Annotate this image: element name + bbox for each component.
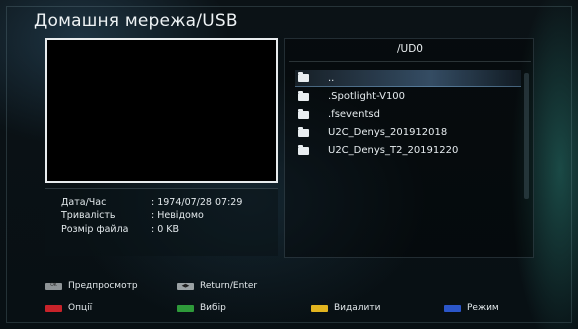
yellow-button-hint[interactable]: Видалити — [311, 303, 380, 313]
scrollbar[interactable] — [524, 73, 529, 199]
left-right-arrows-icon: ◀▶ — [177, 282, 194, 290]
page-title: Домашня мережа/USB — [34, 11, 238, 31]
folder-icon — [298, 126, 309, 137]
blue-hint-label: Режим — [467, 303, 499, 313]
size-label: Розмір файла — [61, 224, 129, 235]
yellow-hint-label: Видалити — [334, 303, 381, 313]
duration-label: Тривалість — [61, 210, 116, 221]
file-item-label: .fseventsd — [328, 109, 380, 120]
green-hint-label: Вибір — [200, 303, 226, 313]
preview-window — [45, 38, 278, 183]
file-item[interactable]: .fseventsd — [295, 106, 521, 123]
file-item-parent[interactable]: .. — [295, 70, 521, 87]
file-item[interactable]: U2C_Denys_201912018 — [295, 124, 521, 141]
hint-preview[interactable]: OK Предпросмотр — [45, 281, 138, 291]
hint-return[interactable]: ◀▶ Return/Enter — [177, 281, 257, 291]
file-item-label: U2C_Denys_T2_20191220 — [328, 145, 459, 156]
duration-value: : Невідомо — [151, 210, 204, 221]
file-browser: /UD0 .. .Spotlight-V100 .fseventsd U2C_D… — [284, 38, 534, 258]
info-row-duration: Тривалість : Невідомо — [61, 210, 204, 224]
hint-preview-label: Предпросмотр — [68, 281, 138, 291]
blue-key-icon — [444, 304, 461, 312]
folder-icon — [298, 144, 309, 155]
size-value: : 0 KB — [151, 224, 180, 235]
hint-return-label: Return/Enter — [200, 281, 258, 291]
folder-icon — [298, 72, 309, 82]
date-value: : 1974/07/28 07:29 — [151, 197, 243, 208]
file-info-panel: Дата/Час : 1974/07/28 07:29 Тривалість : Н… — [45, 188, 278, 256]
green-button-hint[interactable]: Вибір — [177, 303, 226, 313]
blue-button-hint[interactable]: Режим — [444, 303, 499, 313]
file-item[interactable]: .Spotlight-V100 — [295, 88, 521, 105]
yellow-key-icon — [311, 304, 328, 312]
date-label: Дата/Час — [61, 197, 107, 208]
red-hint-label: Опції — [68, 303, 93, 313]
file-item[interactable]: U2C_Denys_T2_20191220 — [295, 142, 521, 159]
current-path: /UD0 — [397, 43, 423, 55]
file-item-label: .. — [328, 72, 335, 84]
ok-key-icon: OK — [45, 282, 62, 290]
red-button-hint[interactable]: Опції — [45, 303, 92, 313]
red-key-icon — [45, 304, 62, 312]
info-row-date: Дата/Час : 1974/07/28 07:29 — [61, 197, 242, 211]
info-row-size: Розмір файла : 0 KB — [61, 224, 179, 238]
folder-icon — [298, 108, 309, 119]
path-divider — [289, 61, 531, 62]
tv-screen: Домашня мережа/USB Дата/Час : 1974/07/28 … — [0, 0, 578, 329]
file-item-label: .Spotlight-V100 — [328, 91, 406, 102]
file-item-label: U2C_Denys_201912018 — [328, 127, 448, 138]
green-key-icon — [177, 304, 194, 312]
folder-icon — [298, 90, 309, 101]
